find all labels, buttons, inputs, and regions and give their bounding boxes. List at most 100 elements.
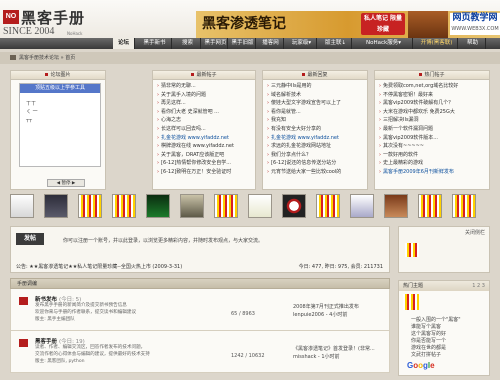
avatar[interactable] xyxy=(146,194,170,218)
list-item-link[interactable]: 免费领取com,net,org域名比较好 xyxy=(383,83,458,89)
list-item-link[interactable]: 扎金花游戏 www.yifaddz.net xyxy=(271,135,339,141)
sidebar-hot-tabs[interactable]: 1 2 3 xyxy=(472,281,485,291)
list-item[interactable]: › 看你们大老 史深就管吧 ... xyxy=(157,108,255,117)
forum-moderators[interactable]: 版主: 黑手主编团队 xyxy=(35,317,136,324)
list-item-link[interactable]: 其次没有~~~~~ xyxy=(383,143,424,149)
list-item-link[interactable]: 黑客vip2009软件版本... xyxy=(383,135,438,141)
list-item[interactable]: › 扎金花游戏 www.yifaddz.net xyxy=(267,134,367,143)
list-item-link[interactable]: 关于黑手入境的问题 xyxy=(161,92,206,98)
nav-item-new-book[interactable]: 黑手新书 xyxy=(138,38,172,49)
list-item[interactable]: › 再见这样... xyxy=(157,99,255,108)
new-post-button[interactable]: 发帖 xyxy=(16,233,44,245)
list-item[interactable]: › 其次没有~~~~~ xyxy=(379,142,489,151)
list-item-link[interactable]: 看你是就管... xyxy=(271,109,301,115)
list-item-link[interactable]: 有没有安全大好分享的 xyxy=(271,126,321,132)
list-item-link[interactable]: [6-12]致明在万正！安全验证时 xyxy=(161,169,231,175)
list-item[interactable]: 游戏在世的都是 xyxy=(411,345,461,352)
list-item[interactable]: › 扎金花游戏 www.yifaddz.net xyxy=(157,134,255,143)
list-item[interactable]: › 看你是就管... xyxy=(267,108,367,117)
list-item[interactable]: › 三招解决IIs漏洞 xyxy=(379,116,489,125)
nav-item-moderator[interactable]: 版主联↓ xyxy=(320,38,352,49)
list-item[interactable]: › 三元静中IIs是用的 xyxy=(267,82,367,91)
list-item[interactable]: › 元宵节送给大家一些比较cool的 xyxy=(267,168,367,177)
header-banner-ad[interactable]: 黑客渗透笔记 私人笔记 限量珍藏 网页教学网 WWW.WEB3X.COM xyxy=(196,11,500,38)
list-item[interactable]: › 关于黑客，DRAT应该版正吧 xyxy=(157,151,255,160)
list-item-link[interactable]: 心海之志 xyxy=(161,117,181,123)
list-item[interactable]: › 黑客手册2009年6月刊新鲜发布 xyxy=(379,168,489,177)
avatar[interactable] xyxy=(112,194,136,218)
nav-item-blog[interactable]: 开博(黑客联) xyxy=(416,38,458,49)
list-item[interactable]: › 最新一个软件漏洞问题 xyxy=(379,125,489,134)
nav-item-old[interactable]: 黑手旧版 xyxy=(230,38,256,49)
list-item-link[interactable]: 大米在游戏中都欢乐 免费25G大 xyxy=(383,109,455,115)
list-item-link[interactable]: 最新一个软件漏洞问题 xyxy=(383,126,433,132)
last-post-title[interactable]: 2008年第7月刊正式推出发布 xyxy=(293,303,359,311)
list-item[interactable]: 一般入围的一个"黑客" xyxy=(411,317,461,324)
list-item-link[interactable]: 我充知 xyxy=(271,117,286,123)
avatar[interactable] xyxy=(248,194,272,218)
list-item[interactable]: › 史上最精彩的游戏 xyxy=(379,159,489,168)
list-item[interactable]: › 黑客vip2009软件版本... xyxy=(379,134,489,143)
list-item-link[interactable]: 史上最精彩的游戏 xyxy=(383,160,423,166)
list-item[interactable]: › 心海之志 xyxy=(157,116,255,125)
list-item[interactable]: › 域名解析技术 xyxy=(267,91,367,100)
avatar[interactable] xyxy=(44,194,68,218)
list-item[interactable]: 文武打拼帖子 xyxy=(411,352,461,359)
nav-item-forum[interactable]: 论坛 xyxy=(113,38,135,49)
list-item-link[interactable]: 棋牌游戏在线 www.yifaddz.net xyxy=(161,143,234,149)
photo-caption[interactable]: 顶贴五级以上学参工具 xyxy=(20,84,100,93)
list-item-link[interactable]: 三招解决IIs漏洞 xyxy=(383,117,419,123)
list-item[interactable]: › 不停黑客密钥！最好来 xyxy=(379,91,489,100)
list-item-link[interactable]: 长这样可以回去吗... xyxy=(161,126,206,132)
list-item[interactable]: › 求远的扎金花游戏网站地址 xyxy=(267,142,367,151)
list-item[interactable]: › 免费领取com,net,org域名比较好 xyxy=(379,82,489,91)
list-item[interactable]: 你是否能写一个 xyxy=(411,338,461,345)
list-item-link[interactable]: 猜非常的无聊... xyxy=(161,83,196,89)
list-item-link[interactable]: 不停黑客密钥！最好来 xyxy=(383,92,433,98)
avatar[interactable] xyxy=(452,194,476,218)
nav-item-service[interactable]: NoHack服务▾ xyxy=(355,38,413,49)
list-item[interactable]: 谁能写个黑客 xyxy=(411,324,461,331)
close-sidebar-link[interactable]: 关闭侧栏 xyxy=(465,229,485,236)
list-item[interactable]: › [6-12]致明在万正！安全验证时 xyxy=(157,168,255,177)
avatar[interactable] xyxy=(180,194,204,218)
list-item-link[interactable]: 元宵节送给大家一些比较cool的 xyxy=(271,169,341,175)
list-item[interactable]: › [6-12]热情帮你修改安全自学... xyxy=(157,159,255,168)
forum-category-head[interactable]: 手册调编 xyxy=(10,278,390,289)
avatar[interactable] xyxy=(282,194,306,218)
avatar[interactable] xyxy=(316,194,340,218)
breadcrumb-text[interactable]: 黑客手册技术论坛 » 首页 xyxy=(19,55,75,61)
list-item[interactable]: › 我充知 xyxy=(267,116,367,125)
announcement[interactable]: 公告: ★★黑客渗透笔记★★私人笔记限量珍藏--全国火热上市 (2009-3-3… xyxy=(16,263,182,270)
avatar[interactable] xyxy=(10,194,34,218)
nav-item-help[interactable]: 帮助 xyxy=(460,38,486,49)
sidebar-hot-image[interactable] xyxy=(403,294,419,310)
list-item[interactable]: › 傻娃大型文字游戏宣告可以上了 xyxy=(267,99,367,108)
list-item[interactable]: › 关于黑手入境的问题 xyxy=(157,91,255,100)
list-item-link[interactable]: 傻娃大型文字游戏宣告可以上了 xyxy=(271,100,341,106)
list-item-link[interactable]: 一款好用的软件 xyxy=(383,152,418,158)
nav-item-search[interactable]: 搜索 xyxy=(175,38,201,49)
list-item[interactable]: › 我们分享点什么？ xyxy=(267,151,367,160)
list-item-link[interactable]: 关于黑客，DRAT应该版正吧 xyxy=(161,152,224,158)
avatar[interactable] xyxy=(384,194,408,218)
avatar[interactable] xyxy=(418,194,442,218)
list-item-link[interactable]: 黑客手册2009年6月刊新鲜发布 xyxy=(383,169,454,175)
list-item-link[interactable]: [6-12]说还的信息传送分站分 xyxy=(271,160,336,166)
partner-logo[interactable]: 网页教学网 WWW.WEB3X.COM xyxy=(450,13,500,35)
list-item-link[interactable]: 域名解析技术 xyxy=(271,92,301,98)
last-post-author[interactable]: lenpuie2006 - 4小时前 xyxy=(293,311,359,319)
slideshow-controls[interactable]: ◀ 暂停 ▶ xyxy=(47,179,85,187)
google-logo[interactable]: Google xyxy=(407,361,435,370)
nav-item-podcast[interactable]: 播客网 xyxy=(258,38,284,49)
forum-moderators[interactable]: 版主: 黑客团队, python xyxy=(35,359,150,366)
list-item[interactable]: › 大米在游戏中都欢乐 免费25G大 xyxy=(379,108,489,117)
list-item[interactable]: 这个黑客写的好 xyxy=(411,331,461,338)
list-item-link[interactable]: 再见这样... xyxy=(161,100,186,106)
list-item-link[interactable]: 三元静中IIs是用的 xyxy=(271,83,312,89)
list-item-link[interactable]: 扎金花游戏 www.yifaddz.net xyxy=(161,135,229,141)
list-item[interactable]: › 猜非常的无聊... xyxy=(157,82,255,91)
list-item-link[interactable]: 求远的扎金花游戏网站地址 xyxy=(271,143,331,149)
avatar[interactable] xyxy=(214,194,238,218)
list-item-link[interactable]: [6-12]热情帮你修改安全自学... xyxy=(161,160,231,166)
